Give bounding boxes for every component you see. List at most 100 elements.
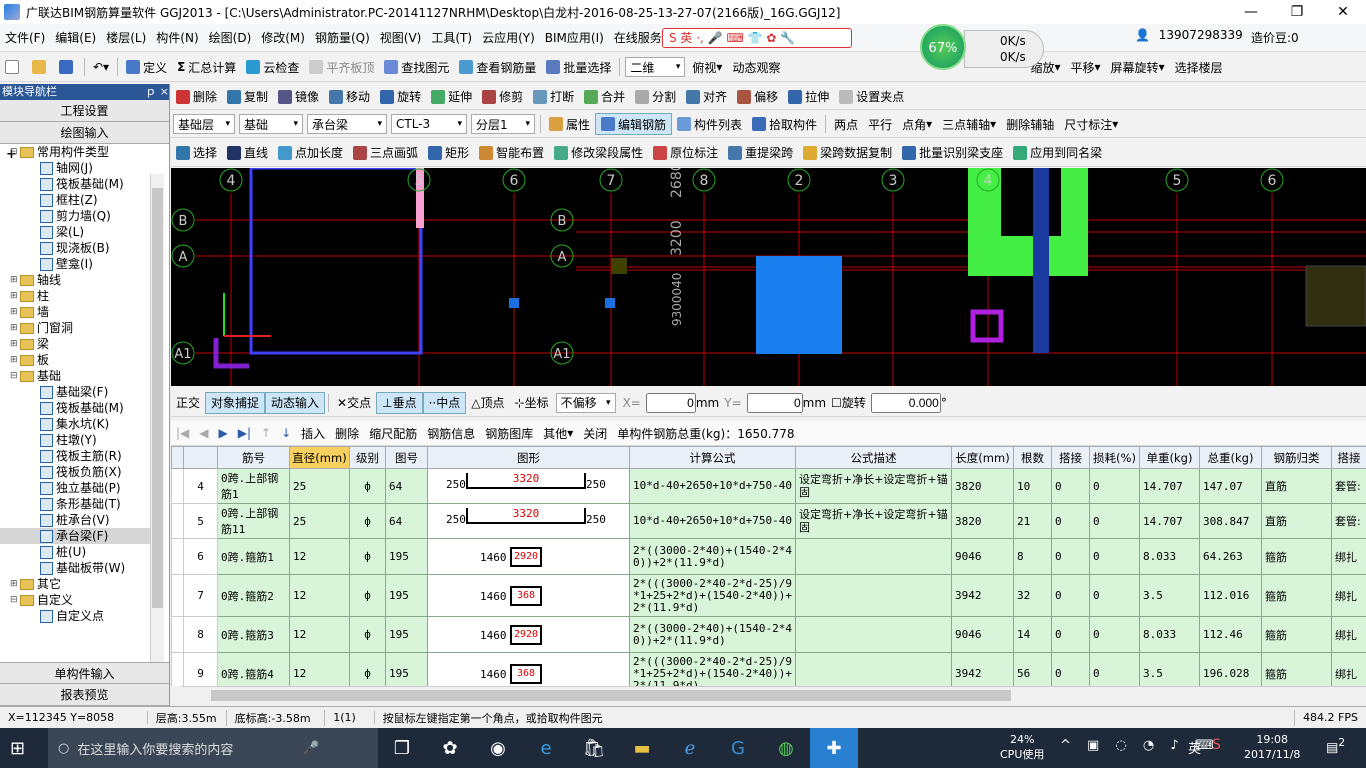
class-cell[interactable]: 直筋 [1261, 468, 1332, 504]
table-cell[interactable]: 14 [1013, 616, 1052, 653]
dynamic-view-button[interactable]: 动态观察 [727, 56, 785, 78]
column-header[interactable]: 直径(mm) [289, 446, 350, 469]
cad-drawing[interactable]: 4 5 6 7 8 2 3 4 5 6 B B A A A1 A1 2680 3200 9300040 [171, 168, 1366, 386]
two-point-button[interactable]: 两点 [829, 113, 863, 135]
column-header[interactable] [171, 446, 184, 469]
glodon-green-icon[interactable]: ◍ [762, 728, 810, 768]
tree-item[interactable]: ⊞ 墙 [0, 304, 150, 320]
toolbar4-1-button[interactable]: 直线 [222, 142, 273, 164]
table-cell[interactable]: 0 [1089, 503, 1140, 539]
find-element-button[interactable]: 查找图元 [379, 56, 454, 78]
lap-type-cell[interactable]: 绑扎 [1331, 538, 1366, 575]
row-gutter[interactable] [171, 652, 184, 686]
table-cell[interactable]: 32 [1013, 574, 1052, 617]
network-speed-widget[interactable]: 67% [920, 24, 966, 70]
rebar-library-button[interactable]: 钢筋图库 [480, 422, 538, 444]
intersection-snap[interactable]: ✕ 交点 [332, 392, 376, 414]
table-cell[interactable]: 64 [385, 503, 428, 539]
table-cell[interactable]: 12 [289, 652, 350, 686]
table-cell[interactable]: 195 [385, 538, 428, 575]
toolbar2-13-button[interactable]: 设置夹点 [834, 86, 909, 108]
desc-cell[interactable] [795, 652, 952, 686]
y-input[interactable] [746, 392, 803, 413]
minimize-button[interactable]: — [1228, 0, 1274, 24]
tree-item[interactable]: 壁龛(I) [0, 256, 150, 272]
toolbar2-0-button[interactable]: 删除 [171, 86, 222, 108]
ortho-toggle[interactable]: 正交 [171, 392, 205, 414]
formula-cell[interactable]: 2*((3000-2*40)+(1540-2*40))+2*(11.9*d) [629, 616, 796, 653]
tree-item[interactable]: ⊞ 板 [0, 352, 150, 368]
row-number[interactable]: 5 [183, 503, 218, 539]
type-select[interactable]: 承台梁 [307, 114, 387, 134]
windows-start-icon[interactable]: ⊞ [10, 738, 25, 759]
table-cell[interactable]: 112.016 [1199, 574, 1262, 617]
undo-icon[interactable]: ↶▾ [88, 56, 114, 78]
column-header[interactable]: 搭接 [1051, 446, 1090, 469]
expander-icon[interactable]: ⊞ [10, 320, 20, 336]
coordinate-snap[interactable]: ⊹ 坐标 [510, 392, 554, 414]
expander-icon[interactable]: ⊞ [10, 352, 20, 368]
row-number[interactable]: 8 [183, 616, 218, 653]
grade-cell[interactable]: ф [349, 538, 386, 575]
table-cell[interactable]: 25 [289, 468, 350, 504]
user-phone[interactable]: 👤 13907298339 [1130, 28, 1253, 42]
column-header[interactable]: 公式描述 [795, 446, 952, 469]
toolbar2-9-button[interactable]: 分割 [630, 86, 681, 108]
grade-cell[interactable]: ф [349, 652, 386, 686]
shape-cell[interactable]: 1460 2920 [427, 538, 630, 575]
component-name-select[interactable]: CTL-3 [391, 114, 467, 134]
table-cell[interactable]: 308.847 [1199, 503, 1262, 539]
tree-item[interactable]: 现浇板(B) [0, 240, 150, 256]
tree-item[interactable]: ⊞ 柱 [0, 288, 150, 304]
column-header[interactable] [183, 446, 218, 469]
screen-rotate-button[interactable]: 屏幕旋转 ▾ [1106, 56, 1170, 78]
table-row[interactable]: 8 0跨.箍筋3 12 ф 195 1460 2920 2*((3000-2*40)+(154… [171, 616, 1366, 653]
toolbar4-6-button[interactable]: 修改梁段属性 [549, 142, 648, 164]
column-header[interactable]: 图号 [385, 446, 428, 469]
project-settings-button[interactable]: 工程设置 [0, 100, 169, 122]
table-cell[interactable]: 0 [1089, 616, 1140, 653]
table-cell[interactable]: 14.707 [1139, 503, 1200, 539]
toolbar2-4-button[interactable]: 旋转 [375, 86, 426, 108]
table-cell[interactable]: 56 [1013, 652, 1052, 686]
formula-cell[interactable]: 2*(((3000-2*40-2*d-25)/9*1+25+2*d)+(1540… [629, 574, 796, 617]
desc-cell[interactable] [795, 574, 952, 617]
toolbar4-7-button[interactable]: 原位标注 [648, 142, 723, 164]
table-cell[interactable]: 9046 [951, 616, 1014, 653]
tree-scrollbar[interactable] [150, 174, 164, 676]
parallel-button[interactable]: 平行 [863, 113, 897, 135]
tree-item[interactable]: ⊟ 常用构件类型 [0, 144, 150, 160]
desc-cell[interactable] [795, 538, 952, 575]
tree-item[interactable]: ⊞ 门窗洞 [0, 320, 150, 336]
glodon-active-icon[interactable]: ✚ [810, 728, 858, 768]
delete-axis-button[interactable]: 删除辅轴 [1001, 113, 1059, 135]
table-cell[interactable]: 12 [289, 574, 350, 617]
first-record-button[interactable]: |◀ [171, 422, 194, 444]
column-header[interactable]: 根数 [1013, 446, 1052, 469]
table-hscrollbar[interactable] [181, 686, 1366, 704]
shape-cell[interactable]: 1460 2920 [427, 616, 630, 653]
column-header[interactable]: 搭接 [1331, 446, 1366, 469]
toolbar4-0-button[interactable]: 选择 [171, 142, 222, 164]
column-header[interactable]: 单重(kg) [1139, 446, 1200, 469]
clock[interactable]: 19:08 2017/11/8 [1244, 732, 1300, 762]
summary-calc-button[interactable]: Σ 汇总计算 [172, 56, 241, 78]
table-cell[interactable]: 0 [1051, 538, 1090, 575]
cloud-check-button[interactable]: 云检查 [241, 56, 304, 78]
table-cell[interactable]: 0跨.上部钢筋11 [217, 503, 290, 539]
table-cell[interactable]: 3942 [951, 652, 1014, 686]
lap-type-cell[interactable]: 套管: [1331, 503, 1366, 539]
point-angle-button[interactable]: 点角 ▾ [897, 113, 937, 135]
menu-modify[interactable]: 修改(M) [256, 29, 310, 46]
table-cell[interactable]: 12 [289, 538, 350, 575]
grade-cell[interactable]: ф [349, 574, 386, 617]
layer-select[interactable]: 分层1 [471, 114, 535, 134]
table-cell[interactable]: 64.263 [1199, 538, 1262, 575]
table-row[interactable]: 5 0跨.上部钢筋11 25 ф 64 250 3320 250 10*d-40+2650+10… [171, 503, 1366, 539]
vertex-snap[interactable]: △ 顶点 [466, 392, 509, 414]
align-slab-top-button[interactable]: 平齐板顶 [304, 56, 379, 78]
batch-select-button[interactable]: 批量选择 [541, 56, 616, 78]
toolbar4-8-button[interactable]: 重提梁跨 [723, 142, 798, 164]
component-list-button[interactable]: 构件列表 [672, 113, 747, 135]
shape-cell[interactable]: 250 3320 250 [427, 468, 630, 504]
